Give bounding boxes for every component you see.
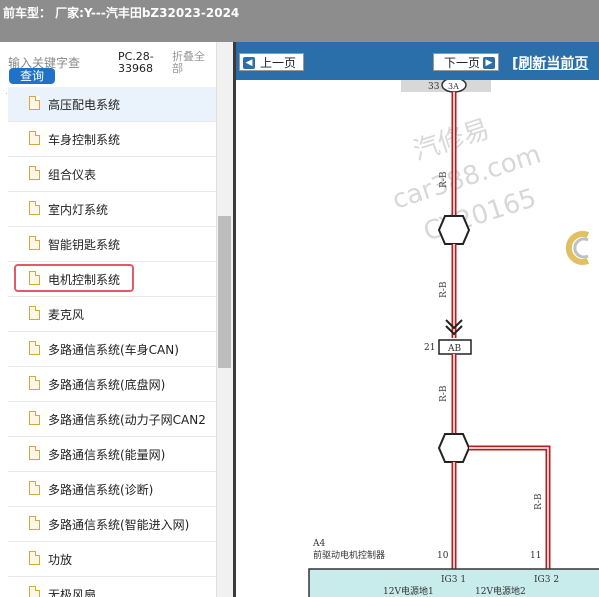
sidebar-scrollbar-thumb[interactable] <box>218 216 231 368</box>
document-icon <box>29 446 40 460</box>
top-pin-number: 33 <box>428 82 440 92</box>
tree-item-label: 组合仪表 <box>48 168 97 182</box>
tree-item-label: 功放 <box>48 553 73 567</box>
tree-item-label: 多路通信系统(诊断) <box>48 483 154 497</box>
title-bar: 前车型： 厂家:Y---汽丰田bZ32023-2024 <box>0 0 599 42</box>
wire-color-label: R-B <box>439 171 449 188</box>
terminal-label-left: IG3 1 <box>441 575 466 585</box>
ground-label-2: 12V电源地2 <box>475 585 526 597</box>
document-icon <box>29 306 40 320</box>
tree-item-label: 车身控制系统 <box>48 133 121 147</box>
wiring-diagram: 汽修易 car388.com CY20165 33 3A R-B R-B 21 <box>308 80 599 597</box>
tree-item-stepless-fan[interactable]: 无极风扇 <box>8 577 216 597</box>
document-icon <box>29 376 40 390</box>
tree-item-label: 电机控制系统 <box>48 273 121 287</box>
document-icon <box>29 236 40 250</box>
top-connector-label: 3A <box>448 82 459 91</box>
ground-label-1: 12V电源地1 <box>383 585 434 597</box>
tree-item-mux-energy[interactable]: 多路通信系统(能量网) <box>8 437 216 472</box>
tree-item-combination-meter[interactable]: 组合仪表 <box>8 157 216 192</box>
pin-number-right: 11 <box>530 551 541 561</box>
next-page-button[interactable]: 下一页 ▶ <box>433 53 499 71</box>
sidebar: 输入关键字查 查询 PC.28-33968 折叠全部 高压配电系统 车身控制系统… <box>0 42 233 597</box>
document-icon <box>29 201 40 215</box>
document-icon <box>29 516 40 530</box>
tree-item-label: 多路通信系统(动力子网CAN2 <box>48 413 206 427</box>
tree-item-amplifier[interactable]: 功放 <box>8 542 216 577</box>
connector-label: AB <box>447 344 461 354</box>
tree-item-label: 多路通信系统(底盘网) <box>48 378 166 392</box>
wire-color-label: R-B <box>534 493 544 510</box>
arrow-left-icon: ◀ <box>243 57 255 69</box>
tree-item-microphone[interactable]: 麦克风 <box>8 297 216 332</box>
vehicle-title: 前车型： 厂家:Y---汽丰田bZ32023-2024 <box>3 6 240 20</box>
document-icon <box>29 271 40 285</box>
pin-number-left: 10 <box>437 551 449 561</box>
document-icon <box>29 481 40 495</box>
tree-item-mux-powertrain-can2[interactable]: 多路通信系统(动力子网CAN2 <box>8 402 216 437</box>
tree-item-mux-smart-entry[interactable]: 多路通信系统(智能进入网) <box>8 507 216 542</box>
tree-item-hv-distribution[interactable]: 高压配电系统 <box>8 87 216 122</box>
watermark-logo-icon <box>565 231 590 265</box>
splice-point <box>437 433 471 463</box>
tree-item-mux-diagnosis[interactable]: 多路通信系统(诊断) <box>8 472 216 507</box>
refresh-page-link[interactable]: [刷新当前页 <box>512 53 588 73</box>
tree-item-label: 多路通信系统(车身CAN) <box>48 343 179 357</box>
tree-item-label: 麦克风 <box>48 308 85 322</box>
tree-item-label: 高压配电系统 <box>48 98 121 112</box>
arrow-right-icon: ▶ <box>483 57 495 69</box>
tree-item-label: 多路通信系统(能量网) <box>48 448 166 462</box>
tree-item-label: 智能钥匙系统 <box>48 238 121 252</box>
splice-point <box>437 215 471 245</box>
next-page-label: 下一页 <box>444 56 481 70</box>
tree-item-smart-key[interactable]: 智能钥匙系统 <box>8 227 216 262</box>
wire-color-label: R-B <box>439 281 449 298</box>
system-tree: 高压配电系统 车身控制系统 组合仪表 室内灯系统 智能钥匙系统 电机控制系统 麦… <box>8 87 216 597</box>
document-icon <box>29 411 40 425</box>
document-icon <box>29 551 40 565</box>
document-icon <box>29 341 40 355</box>
component-name: 前驱动电机控制器 <box>313 549 385 561</box>
diagram-panel: ◀ 上一页 下一页 ▶ [刷新当前页 汽修易 car388.com CY20165 … <box>236 42 599 597</box>
component-code: A4 <box>312 539 325 549</box>
tree-item-mux-chassis[interactable]: 多路通信系统(底盘网) <box>8 367 216 402</box>
connector-pin-number: 21 <box>424 343 435 353</box>
wire-color-label: R-B <box>439 385 449 402</box>
tree-item-mux-body-can[interactable]: 多路通信系统(车身CAN) <box>8 332 216 367</box>
document-icon <box>29 586 40 597</box>
document-icon <box>29 96 40 110</box>
prev-page-label: 上一页 <box>260 56 297 70</box>
document-icon <box>29 131 40 145</box>
document-icon <box>29 166 40 180</box>
search-area: 输入关键字查 查询 PC.28-33968 折叠全部 <box>0 42 233 94</box>
prev-page-button[interactable]: ◀ 上一页 <box>239 53 304 71</box>
tree-item-body-control[interactable]: 车身控制系统 <box>8 122 216 157</box>
search-button[interactable]: 查询 <box>9 68 55 84</box>
tree-item-label: 无极风扇 <box>48 588 97 597</box>
pc-code-label: PC.28-33968 <box>118 50 154 75</box>
tree-item-label: 多路通信系统(智能进入网) <box>48 518 190 532</box>
tree-item-label: 室内灯系统 <box>48 203 109 217</box>
collapse-all-link[interactable]: 折叠全部 <box>172 51 212 75</box>
diagram-toolbar: ◀ 上一页 下一页 ▶ [刷新当前页 <box>236 42 599 80</box>
tree-item-motor-control[interactable]: 电机控制系统 <box>8 262 216 297</box>
tree-item-interior-light[interactable]: 室内灯系统 <box>8 192 216 227</box>
terminal-label-right: IG3 2 <box>534 575 559 585</box>
